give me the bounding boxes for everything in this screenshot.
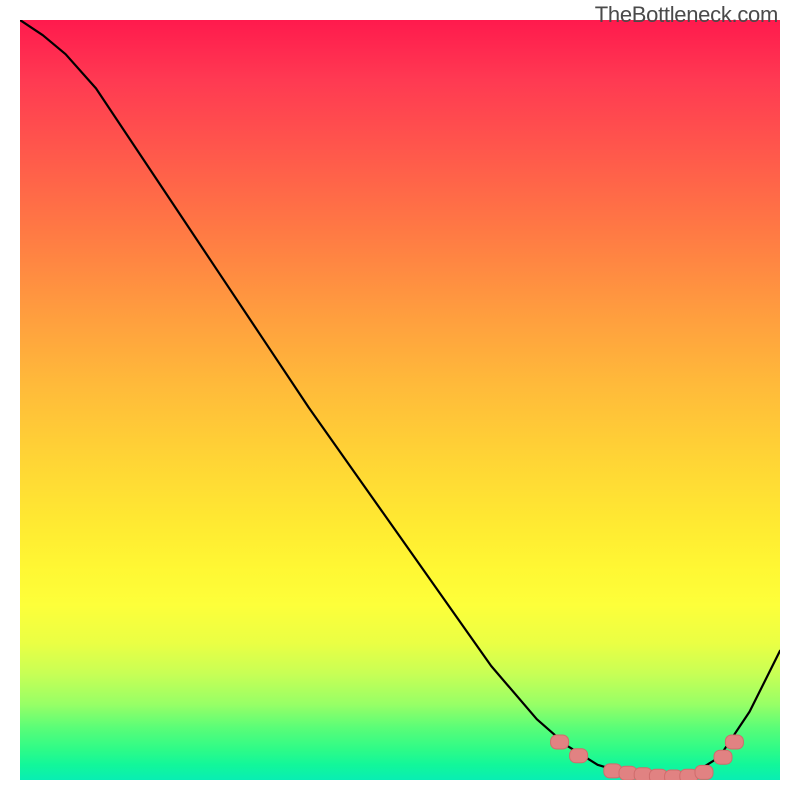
curve-marker xyxy=(665,770,683,780)
curve-marker xyxy=(649,769,667,780)
plot-area xyxy=(20,20,780,780)
curve-marker xyxy=(714,750,732,764)
curve-marker xyxy=(695,765,713,779)
curve-marker xyxy=(551,735,569,749)
curve-marker xyxy=(680,769,698,780)
curve-marker xyxy=(634,768,652,780)
curve-marker xyxy=(570,749,588,763)
chart-container: TheBottleneck.com xyxy=(0,0,800,800)
markers-group xyxy=(551,735,744,780)
curve-marker xyxy=(619,766,637,780)
bottleneck-curve xyxy=(20,20,780,778)
chart-svg xyxy=(20,20,780,780)
watermark-label: TheBottleneck.com xyxy=(595,2,778,28)
curve-marker xyxy=(725,735,743,749)
curve-marker xyxy=(604,764,622,778)
